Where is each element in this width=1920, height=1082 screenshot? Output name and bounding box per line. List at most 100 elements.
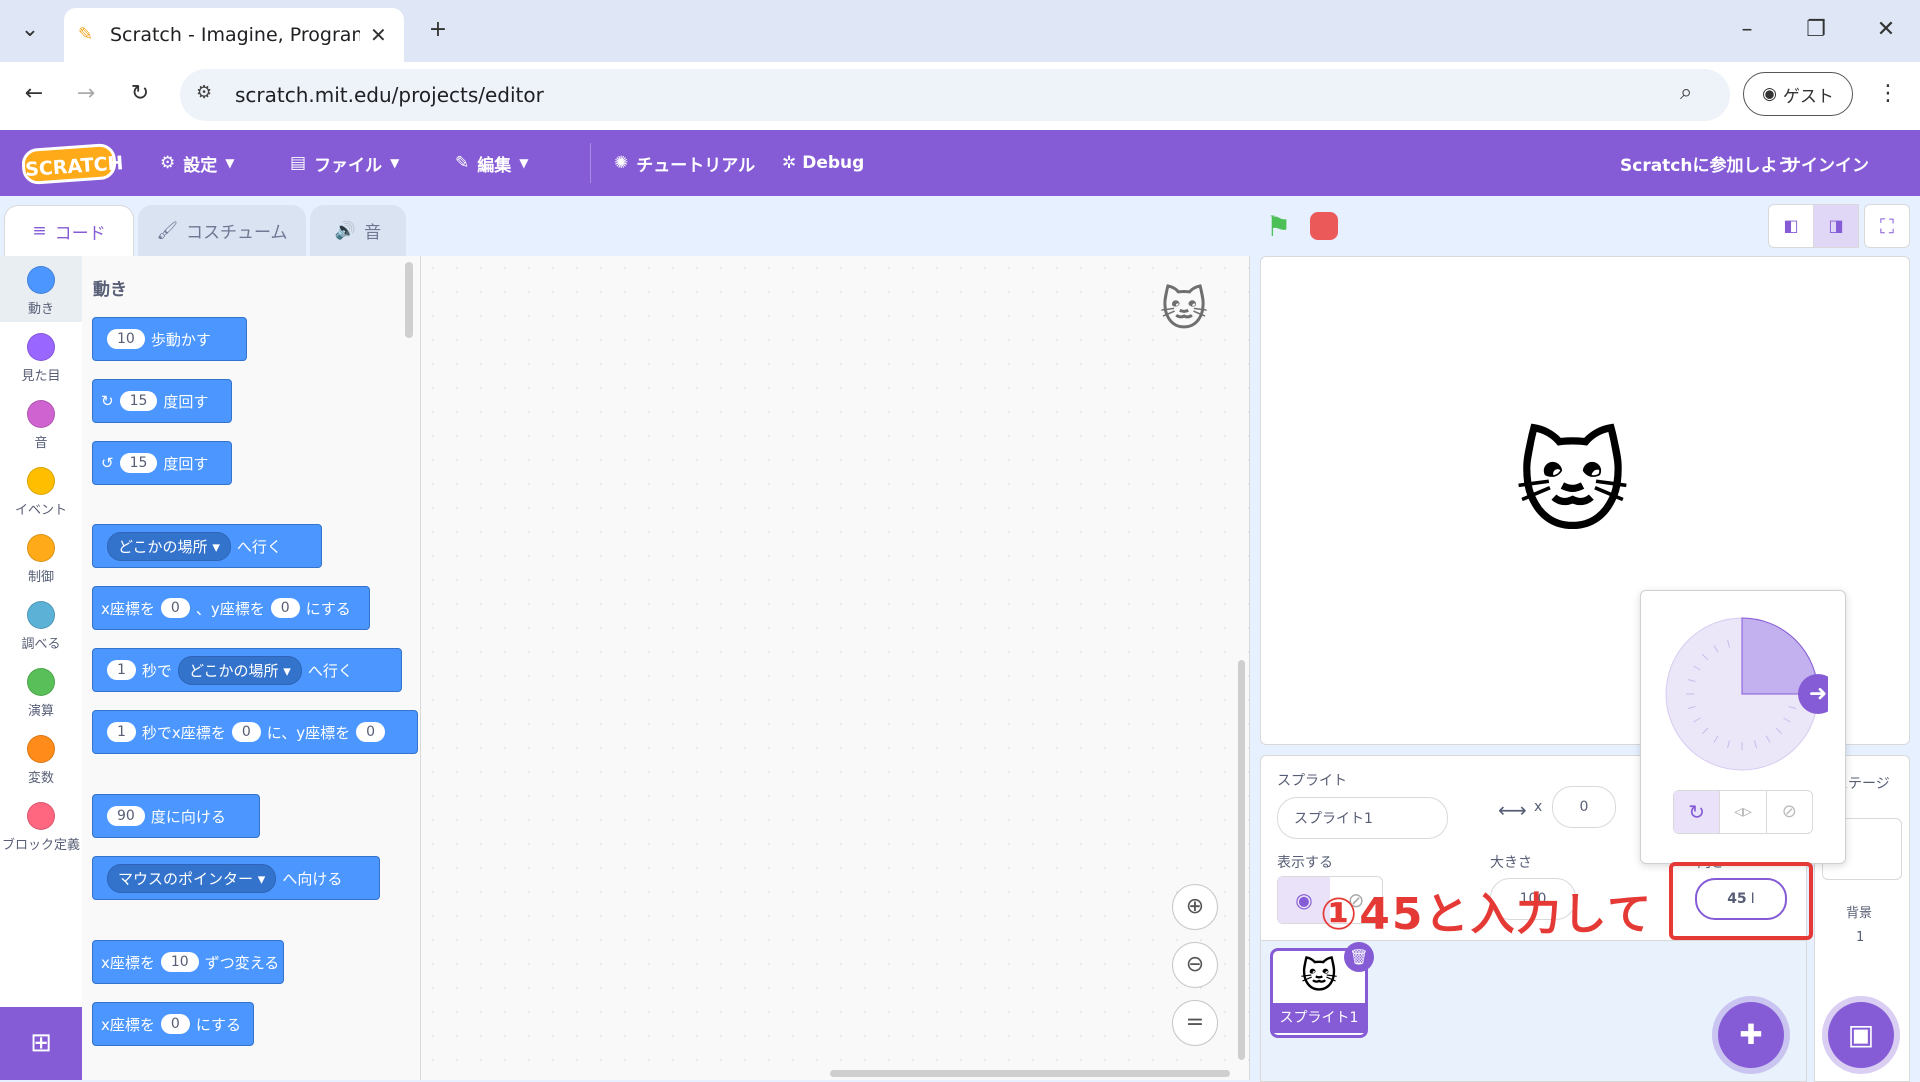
block-input[interactable]: 1 xyxy=(107,722,136,742)
delete-sprite-icon[interactable]: 🗑 xyxy=(1344,942,1374,972)
new-tab-icon[interactable]: + xyxy=(418,10,458,50)
block-input[interactable]: 0 xyxy=(160,598,190,618)
gear-icon: ⚙ xyxy=(160,153,176,173)
scratch-logo[interactable]: SCRATCH xyxy=(20,142,124,186)
tab-list-chevron-icon[interactable]: ⌄ xyxy=(10,10,50,50)
block-input[interactable]: 0 xyxy=(231,722,261,742)
debug-menu[interactable]: ✲ Debug xyxy=(782,130,864,196)
direction-dial[interactable]: ➜ xyxy=(1656,608,1828,780)
url-text[interactable]: scratch.mit.edu/projects/editor xyxy=(235,83,544,107)
block-dropdown[interactable]: どこかの場所 ▾ xyxy=(107,531,231,561)
block-input[interactable]: 0 xyxy=(356,722,386,742)
block-point-direction[interactable]: 90 度に向ける xyxy=(92,794,260,838)
zoom-magnifier-icon[interactable]: ⌕ xyxy=(1680,80,1692,105)
block-input[interactable]: 0 xyxy=(160,1014,190,1034)
category-2[interactable]: 音 xyxy=(0,400,82,451)
rotate-left-icon: ↺ xyxy=(101,454,114,472)
category-7[interactable]: 変数 xyxy=(0,735,82,786)
block-point-towards[interactable]: マウスのポインター ▾ へ向ける xyxy=(92,856,380,900)
block-input[interactable]: 10 xyxy=(160,952,199,972)
small-stage-icon[interactable]: ◧ xyxy=(1768,204,1814,248)
block-dropdown[interactable]: どこかの場所 ▾ xyxy=(177,655,302,685)
block-glide-to[interactable]: 1 秒で どこかの場所 ▾ へ行く xyxy=(92,648,402,692)
settings-menu[interactable]: ⚙ 設定 ▼ xyxy=(160,130,234,196)
browser-tab[interactable]: ✎ Scratch - Imagine, Program, Sha ✕ xyxy=(64,8,404,62)
block-text: 秒でx座標を xyxy=(141,723,226,742)
workspace-hscrollbar[interactable] xyxy=(830,1070,1230,1077)
sprite-label: スプライト xyxy=(1277,773,1347,789)
category-5[interactable]: 調べる xyxy=(0,601,82,652)
file-menu[interactable]: ▤ ファイル ▼ xyxy=(290,130,399,196)
category-dot-icon xyxy=(27,266,55,294)
block-input[interactable]: 15 xyxy=(119,453,158,473)
x-input[interactable]: 0 xyxy=(1552,786,1616,828)
block-goto-xy[interactable]: x座標を 0 、y座標を 0 にする xyxy=(92,586,370,630)
zoom-reset-icon[interactable]: = xyxy=(1172,1000,1218,1046)
cat-plus-icon: ✚ xyxy=(1739,1018,1763,1051)
speaker-icon: 🔊 xyxy=(334,220,357,241)
workspace-vscrollbar[interactable] xyxy=(1238,660,1245,1060)
block-turn-left[interactable]: ↺ 15 度回す xyxy=(92,441,232,485)
block-input[interactable]: 10 xyxy=(107,329,145,349)
category-dot-icon xyxy=(27,601,55,629)
tab-costumes[interactable]: 🖌 コスチューム xyxy=(138,205,306,256)
add-extension-button[interactable]: ⊞ xyxy=(0,1007,82,1080)
choose-sprite-button[interactable]: ✚ xyxy=(1718,1002,1784,1068)
stop-icon[interactable] xyxy=(1310,212,1338,240)
browser-menu-icon[interactable]: ⋮ xyxy=(1868,74,1908,114)
sprite-cat-icon[interactable]: 🐱 xyxy=(1515,428,1630,538)
large-stage-icon[interactable]: ◨ xyxy=(1813,204,1859,248)
block-input[interactable]: 15 xyxy=(119,391,158,411)
reload-icon[interactable]: ↻ xyxy=(120,74,160,114)
bug-icon: ✲ xyxy=(782,153,797,173)
signin-link[interactable]: サインイン xyxy=(1784,130,1869,196)
palette-scrollbar[interactable] xyxy=(405,262,413,338)
category-3[interactable]: イベント xyxy=(0,467,82,518)
tab-code-label: コード xyxy=(54,223,106,244)
tab-title: Scratch - Imagine, Program, Sha xyxy=(110,24,360,46)
join-scratch-link[interactable]: Scratchに参加しよう xyxy=(1620,130,1794,196)
window-close-icon[interactable]: ✕ xyxy=(1866,10,1906,50)
site-settings-icon[interactable]: ⚙ xyxy=(196,82,212,103)
category-8[interactable]: ブロック定義 xyxy=(0,802,82,853)
block-goto[interactable]: どこかの場所 ▾ へ行く xyxy=(92,524,322,568)
block-input[interactable]: 90 xyxy=(107,806,145,826)
code-workspace[interactable] xyxy=(421,256,1250,1080)
category-6[interactable]: 演算 xyxy=(0,668,82,719)
block-glide-xy[interactable]: 1 秒でx座標を 0 に、y座標を 0 xyxy=(92,710,418,754)
tutorials-menu[interactable]: ✺ チュートリアル xyxy=(614,130,755,196)
guest-label: ゲスト xyxy=(1782,86,1834,107)
block-set-x[interactable]: x座標を 0 にする xyxy=(92,1002,254,1046)
tab-code[interactable]: ≡ コード xyxy=(4,205,134,256)
zoom-in-icon[interactable]: ⊕ xyxy=(1172,884,1218,930)
guest-profile-button[interactable]: ◉ ゲスト xyxy=(1743,72,1853,116)
block-input[interactable]: 0 xyxy=(270,598,300,618)
block-text: にする xyxy=(305,599,351,618)
tab-sounds[interactable]: 🔊 音 xyxy=(310,205,406,256)
category-1[interactable]: 見た目 xyxy=(0,333,82,384)
category-0[interactable]: 動き xyxy=(0,266,82,317)
green-flag-icon[interactable]: ⚑ xyxy=(1266,210,1291,243)
block-text: 秒で xyxy=(141,661,172,680)
block-turn-right[interactable]: ↻ 15 度回す xyxy=(92,379,232,423)
category-4[interactable]: 制御 xyxy=(0,534,82,585)
dont-rotate-icon[interactable]: ⊘ xyxy=(1765,791,1812,833)
all-around-rotation-icon[interactable]: ↻ xyxy=(1674,791,1720,833)
edit-menu[interactable]: ✎ 編集 ▼ xyxy=(455,130,528,196)
block-input[interactable]: 1 xyxy=(107,660,136,680)
fullscreen-icon[interactable]: ⛶ xyxy=(1864,204,1910,248)
block-move-steps[interactable]: 10 歩動かす xyxy=(92,317,247,361)
left-right-rotation-icon[interactable]: ◃▹ xyxy=(1719,791,1765,833)
zoom-out-icon[interactable]: ⊖ xyxy=(1172,942,1218,988)
sprite-name-input[interactable]: スプライト1 xyxy=(1277,797,1448,839)
tab-close-icon[interactable]: ✕ xyxy=(370,23,387,47)
choose-backdrop-button[interactable]: ▣ xyxy=(1828,1002,1894,1068)
restore-icon[interactable]: ❐ xyxy=(1796,10,1836,50)
minimize-icon[interactable]: – xyxy=(1727,10,1767,50)
block-change-x[interactable]: x座標を 10 ずつ変える xyxy=(92,940,284,984)
forward-icon[interactable]: → xyxy=(66,74,106,114)
back-icon[interactable]: ← xyxy=(14,74,54,114)
block-text: 、y座標を xyxy=(195,599,265,618)
lightbulb-icon: ✺ xyxy=(614,153,629,173)
block-dropdown[interactable]: マウスのポインター ▾ xyxy=(107,863,277,893)
